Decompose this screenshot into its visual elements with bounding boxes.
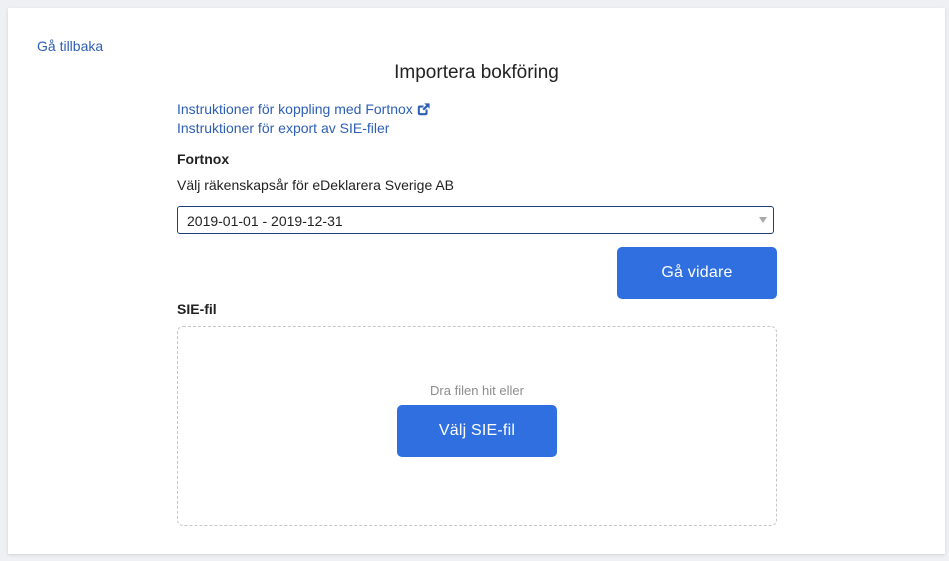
sie-instructions-link[interactable]: Instruktioner för export av SIE-filer <box>177 119 777 138</box>
import-card: Gå tillbaka Importera bokföring Instrukt… <box>8 8 945 554</box>
external-link-icon <box>417 103 430 116</box>
sie-heading: SIE-fil <box>177 301 217 317</box>
dropdown-arrow-icon <box>759 217 767 223</box>
continue-button[interactable]: Gå vidare <box>617 247 777 299</box>
fiscal-year-label: Välj räkenskapsår för eDeklarera Sverige… <box>177 177 455 193</box>
sie-dropzone[interactable]: Dra filen hit eller Välj SIE-fil <box>177 326 777 526</box>
back-link[interactable]: Gå tillbaka <box>37 38 103 54</box>
fortnox-instructions-label: Instruktioner för koppling med Fortnox <box>177 101 413 117</box>
drop-hint: Dra filen hit eller <box>430 383 524 398</box>
choose-sie-file-button[interactable]: Välj SIE-fil <box>397 405 557 457</box>
fortnox-heading: Fortnox <box>177 151 230 167</box>
instruction-links: Instruktioner för koppling med Fortnox I… <box>177 100 777 138</box>
page-title: Importera bokföring <box>394 62 559 83</box>
fiscal-year-select[interactable]: 2019-01-01 - 2019-12-31 <box>177 206 774 234</box>
fiscal-year-value: 2019-01-01 - 2019-12-31 <box>187 213 343 229</box>
fortnox-instructions-link[interactable]: Instruktioner för koppling med Fortnox <box>177 100 777 119</box>
